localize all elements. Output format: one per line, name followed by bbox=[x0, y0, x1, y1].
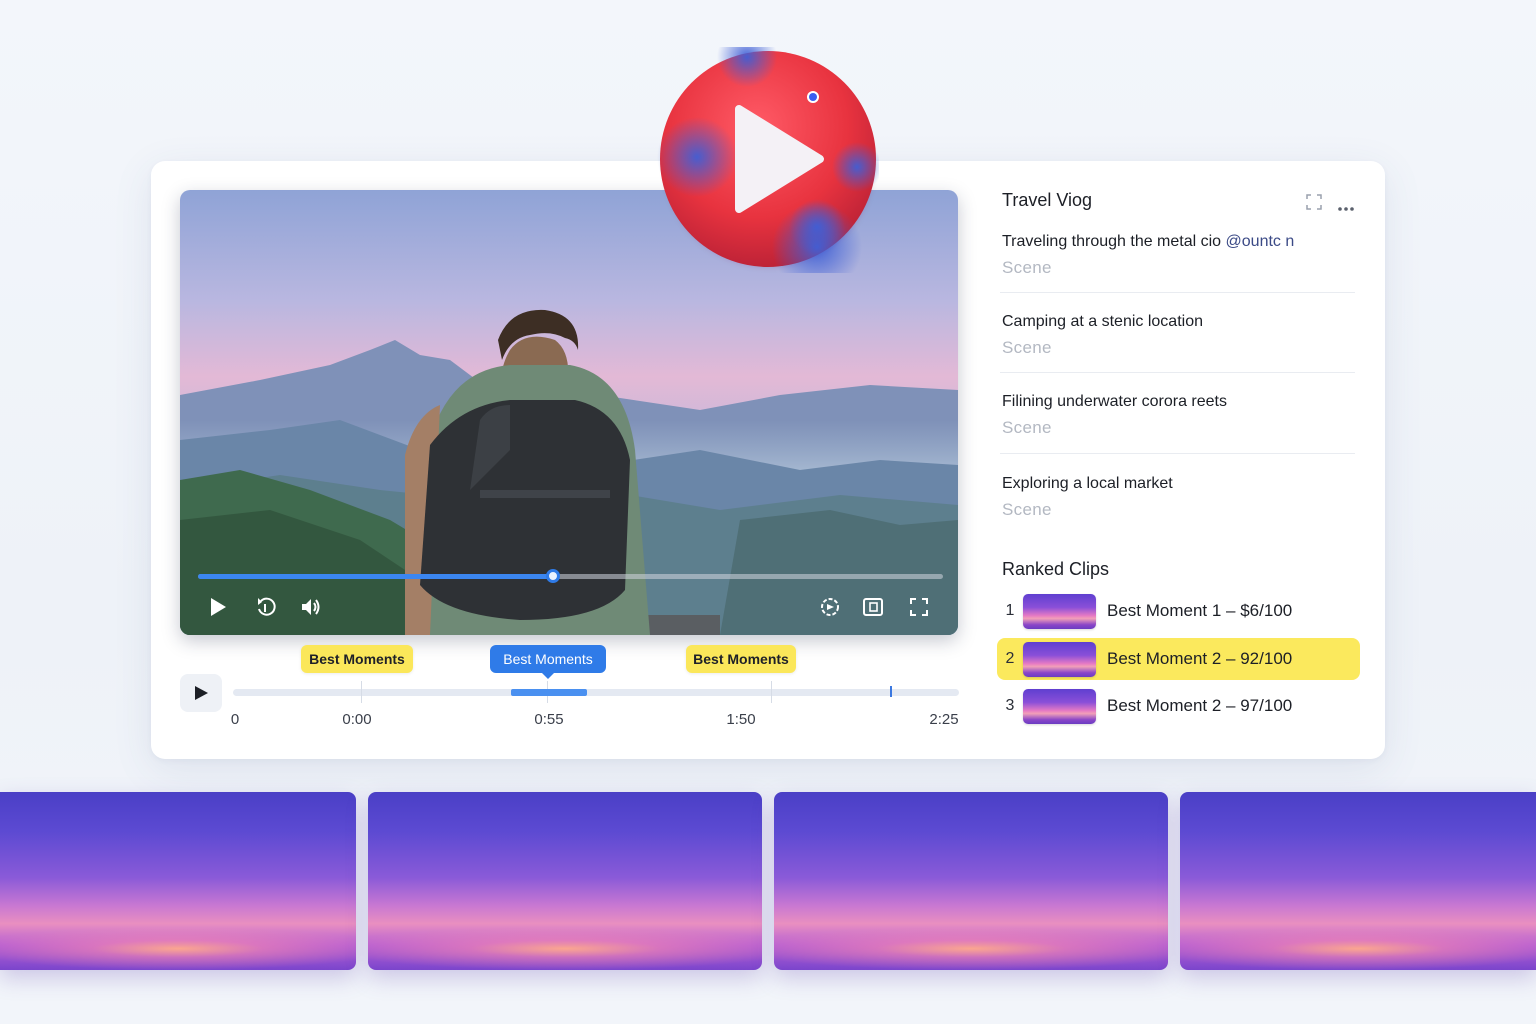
clip-label: Best Moment 2 – 92/100 bbox=[1107, 649, 1293, 668]
timeline-selected-segment[interactable] bbox=[511, 689, 587, 696]
fullscreen-icon bbox=[910, 598, 928, 616]
scene-item[interactable]: Exploring a local market Scene bbox=[1002, 475, 1355, 520]
timeline-label: 0:55 bbox=[534, 711, 564, 728]
scene-subtitle: Scene bbox=[1002, 258, 1052, 277]
speed-icon bbox=[821, 598, 839, 616]
play-button[interactable] bbox=[203, 594, 233, 620]
captions-icon bbox=[863, 598, 883, 616]
best-moments-tag-3[interactable]: Best Moments bbox=[686, 645, 796, 673]
divider bbox=[1000, 453, 1355, 454]
scene-item[interactable]: Traveling through the metal cio @ountc n… bbox=[1002, 233, 1355, 278]
fullscreen-button[interactable] bbox=[904, 594, 934, 620]
clip-label: Best Moment 1 – $6/100 bbox=[1107, 601, 1293, 620]
filmstrip-frame[interactable] bbox=[1180, 792, 1536, 970]
scene-title: Camping at a stenic location bbox=[1002, 313, 1203, 330]
clip-thumbnail bbox=[1023, 641, 1096, 677]
scene-subtitle: Scene bbox=[1002, 418, 1052, 437]
scene-subtitle: Scene bbox=[1002, 338, 1052, 357]
clip-rank: 1 bbox=[1005, 602, 1015, 619]
best-moments-tag-2[interactable]: Best Moments bbox=[490, 645, 606, 679]
timeline-label: 0:00 bbox=[342, 711, 372, 728]
clip-thumbnail bbox=[1023, 593, 1096, 629]
scene-handle: @ountc n bbox=[1225, 233, 1295, 250]
stage: Best Moments Best Moments Best Moments 0… bbox=[0, 0, 1536, 1024]
rewind-icon bbox=[258, 597, 276, 616]
ranked-clip-row[interactable]: 3 Best Moment 2 – 97/100 bbox=[997, 685, 1360, 727]
play-logo-icon[interactable] bbox=[657, 47, 879, 273]
timeline-tick bbox=[361, 681, 362, 703]
scrubber-progress bbox=[198, 574, 553, 579]
timeline-marker[interactable] bbox=[890, 686, 892, 697]
rewind-button[interactable] bbox=[251, 594, 281, 620]
scene-title: Exploring a local market bbox=[1002, 475, 1173, 492]
best-moments-tag-1[interactable]: Best Moments bbox=[301, 645, 413, 673]
divider bbox=[1000, 292, 1355, 293]
timeline-label: 1:50 bbox=[726, 711, 756, 728]
timeline-label: 0 bbox=[230, 711, 240, 728]
scene-title: Filining underwater corora reets bbox=[1002, 393, 1227, 410]
volume-button[interactable] bbox=[296, 594, 326, 620]
clip-rank: 3 bbox=[1005, 697, 1015, 714]
timeline-play-button[interactable] bbox=[180, 674, 222, 712]
play-icon bbox=[195, 686, 208, 700]
clip-rank: 2 bbox=[1005, 650, 1015, 667]
filmstrip-frame[interactable] bbox=[368, 792, 762, 970]
clip-label: Best Moment 2 – 97/100 bbox=[1107, 696, 1293, 715]
scene-item[interactable]: Filining underwater corora reets Scene bbox=[1002, 393, 1355, 438]
timeline-label: 2:25 bbox=[929, 711, 959, 728]
scene-title: Traveling through the metal cio @ountc n bbox=[1002, 233, 1355, 251]
scene-title-text: Traveling through the metal cio bbox=[1002, 233, 1222, 250]
filmstrip-frame[interactable] bbox=[774, 792, 1168, 970]
ranked-clip-row[interactable]: 1 Best Moment 1 – $6/100 bbox=[997, 590, 1360, 632]
scrubber-track[interactable] bbox=[198, 569, 943, 583]
ranked-clips-title: Ranked Clips bbox=[1002, 559, 1110, 579]
clip-thumbnail bbox=[1023, 688, 1096, 724]
more-icon bbox=[1338, 207, 1354, 211]
scene-item[interactable]: Camping at a stenic location Scene bbox=[1002, 313, 1355, 358]
scrubber-handle[interactable] bbox=[545, 569, 560, 583]
timeline-tick bbox=[771, 681, 772, 703]
more-options-button[interactable] bbox=[1337, 199, 1355, 217]
volume-icon bbox=[302, 599, 320, 615]
scene-subtitle: Scene bbox=[1002, 500, 1052, 519]
playback-speed-button[interactable] bbox=[815, 594, 845, 620]
ranked-clip-row-selected[interactable]: 2 Best Moment 2 – 92/100 bbox=[997, 638, 1360, 680]
divider bbox=[1000, 372, 1355, 373]
expand-icon bbox=[1306, 194, 1322, 210]
expand-button[interactable] bbox=[1305, 193, 1323, 216]
captions-button[interactable] bbox=[858, 594, 888, 620]
timeline-track[interactable] bbox=[233, 681, 959, 703]
filmstrip-frame[interactable] bbox=[0, 792, 356, 970]
play-icon bbox=[211, 598, 226, 616]
panel-title: Travel Viog bbox=[1002, 190, 1093, 210]
